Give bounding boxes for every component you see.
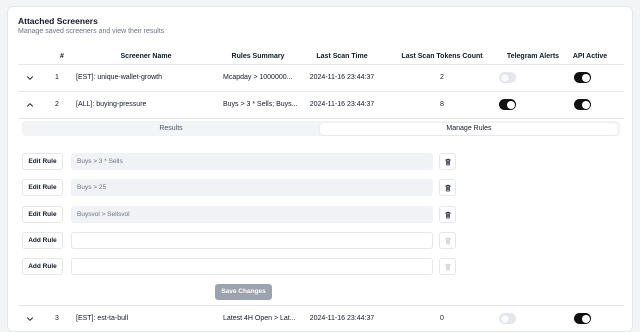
toggle-knob xyxy=(500,314,509,323)
row-number: 3 xyxy=(55,315,59,322)
screener-name: [EST]: est-ta-bull xyxy=(76,315,129,322)
column-header-api[interactable]: API Active xyxy=(573,53,607,60)
api-active-toggle[interactable] xyxy=(574,313,591,324)
column-header-tokens[interactable]: Last Scan Tokens Count xyxy=(401,53,482,60)
page-title: Attached Screeners xyxy=(18,16,98,26)
column-header-name[interactable]: Screener Name xyxy=(121,53,172,60)
tokens-count: 0 xyxy=(440,315,444,322)
chevron-down-icon[interactable] xyxy=(24,306,36,331)
add-rule-button[interactable]: Add Rule xyxy=(22,232,63,249)
attached-screeners-card: Attached Screeners Manage saved screener… xyxy=(7,6,633,332)
save-changes-button[interactable]: Save Changes xyxy=(215,284,272,300)
telegram-alerts-toggle[interactable] xyxy=(499,72,516,83)
toggle-knob xyxy=(581,73,590,82)
row-number: 2 xyxy=(55,101,59,108)
api-active-toggle[interactable] xyxy=(574,72,591,83)
rule-row: Edit Rule Buys > 25 xyxy=(22,179,462,196)
toggle-knob xyxy=(506,100,515,109)
rule-row: Edit Rule Buys > 3 * Sells xyxy=(22,153,462,170)
telegram-alerts-toggle[interactable] xyxy=(499,99,516,110)
trash-icon[interactable] xyxy=(439,153,456,170)
page-subtitle: Manage saved screeners and view their re… xyxy=(18,28,165,35)
tokens-count: 8 xyxy=(440,101,444,108)
table-row[interactable]: 3 [EST]: est-ta-bull Latest 4H Open > La… xyxy=(18,306,624,331)
trash-icon xyxy=(439,258,456,275)
edit-rule-button[interactable]: Edit Rule xyxy=(22,206,63,223)
rule-input[interactable]: Buysvol > Sellsvol xyxy=(71,206,433,223)
trash-icon xyxy=(439,232,456,249)
tab-results[interactable]: Results xyxy=(24,123,318,135)
new-rule-input[interactable] xyxy=(71,232,433,249)
column-header-telegram[interactable]: Telegram Alerts xyxy=(507,53,559,60)
column-header-number: # xyxy=(60,53,64,60)
rule-input[interactable]: Buys > 3 * Sells xyxy=(71,153,433,170)
rules-summary: Buys > 3 * Sells; Buys... xyxy=(223,101,297,108)
row-number: 1 xyxy=(55,74,59,81)
chevron-down-icon[interactable] xyxy=(24,65,36,91)
toggle-knob xyxy=(500,73,509,82)
trash-icon[interactable] xyxy=(439,179,456,196)
rules-summary: Latest 4H Open > Lat... xyxy=(223,315,296,322)
rule-input[interactable]: Buys > 25 xyxy=(71,179,433,196)
last-scan-time: 2024-11-16 23:44:37 xyxy=(309,315,375,322)
screener-name: [ALL]: buying-pressure xyxy=(76,101,147,108)
rules-summary: Mcapday > 1000000... xyxy=(223,74,293,81)
screener-detail-panel: Results Manage Rules Edit Rule Buys > 3 … xyxy=(18,119,624,310)
toggle-knob xyxy=(581,100,590,109)
column-header-rules[interactable]: Rules Summary xyxy=(232,53,285,60)
table-row[interactable]: 2 [ALL]: buying-pressure Buys > 3 * Sell… xyxy=(18,92,624,118)
add-rule-button[interactable]: Add Rule xyxy=(22,258,63,275)
table-row[interactable]: 1 [EST]: unique-wallet-growth Mcapday > … xyxy=(18,65,624,91)
rule-row: Add Rule xyxy=(22,258,462,275)
new-rule-input[interactable] xyxy=(71,258,433,275)
telegram-alerts-toggle[interactable] xyxy=(499,313,516,324)
screener-name: [EST]: unique-wallet-growth xyxy=(76,74,162,81)
column-header-last-scan[interactable]: Last Scan Time xyxy=(316,53,367,60)
tab-manage-rules[interactable]: Manage Rules xyxy=(320,122,618,135)
trash-icon[interactable] xyxy=(439,206,456,223)
api-active-toggle[interactable] xyxy=(574,99,591,110)
last-scan-time: 2024-11-16 23:44:37 xyxy=(309,101,375,108)
tokens-count: 2 xyxy=(440,74,444,81)
rule-row: Edit Rule Buysvol > Sellsvol xyxy=(22,206,462,223)
toggle-knob xyxy=(581,314,590,323)
rule-row: Add Rule xyxy=(22,232,462,249)
detail-tabs: Results Manage Rules xyxy=(22,121,620,136)
last-scan-time: 2024-11-16 23:44:37 xyxy=(309,74,375,81)
edit-rule-button[interactable]: Edit Rule xyxy=(22,179,63,196)
chevron-up-icon[interactable] xyxy=(24,92,36,118)
edit-rule-button[interactable]: Edit Rule xyxy=(22,153,63,170)
